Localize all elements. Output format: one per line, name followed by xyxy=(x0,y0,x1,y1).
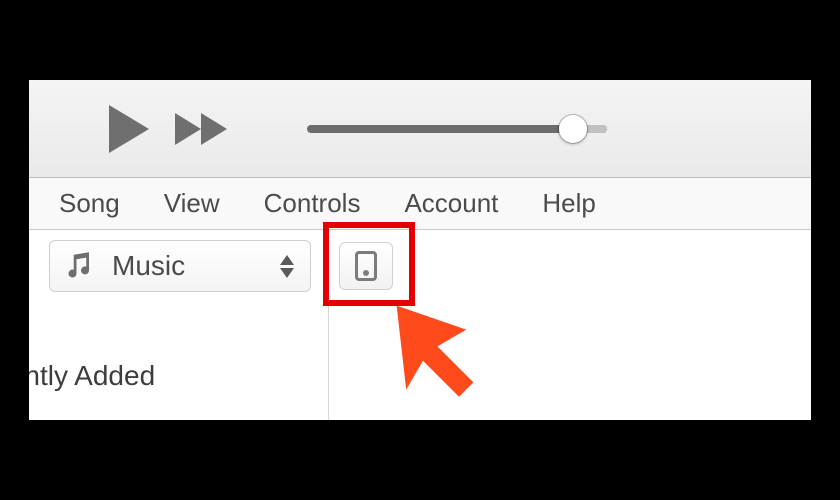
play-icon[interactable] xyxy=(109,105,149,153)
menu-controls[interactable]: Controls xyxy=(242,182,383,225)
music-note-icon xyxy=(64,251,94,281)
sidebar-item-recently-added[interactable]: Recently Added xyxy=(29,354,328,398)
chevron-down-icon xyxy=(280,268,294,278)
library-picker[interactable]: Music xyxy=(49,240,311,292)
chevron-right-icon xyxy=(175,113,201,145)
chevron-right-icon xyxy=(201,113,227,145)
sidebar: Recently Added xyxy=(29,302,329,420)
toolbar: Music xyxy=(29,230,811,302)
content-area: Recently Added xyxy=(29,302,811,420)
menu-song[interactable]: Song xyxy=(37,182,142,225)
fast-forward-icon[interactable] xyxy=(175,113,227,145)
app-window: Song View Controls Account Help Music Re… xyxy=(29,80,811,420)
menu-view[interactable]: View xyxy=(142,182,242,225)
chevron-up-icon xyxy=(280,255,294,265)
menu-account[interactable]: Account xyxy=(382,182,520,225)
volume-slider[interactable] xyxy=(307,114,607,144)
device-button[interactable] xyxy=(339,242,393,290)
library-picker-label: Music xyxy=(112,250,280,282)
library-picker-stepper[interactable] xyxy=(280,255,294,278)
menu-bar: Song View Controls Account Help xyxy=(29,178,811,230)
menu-help[interactable]: Help xyxy=(520,182,617,225)
playback-bar xyxy=(29,80,811,178)
volume-thumb[interactable] xyxy=(559,115,587,143)
playback-controls xyxy=(109,105,227,153)
main-pane xyxy=(329,302,811,420)
device-icon xyxy=(355,251,377,281)
